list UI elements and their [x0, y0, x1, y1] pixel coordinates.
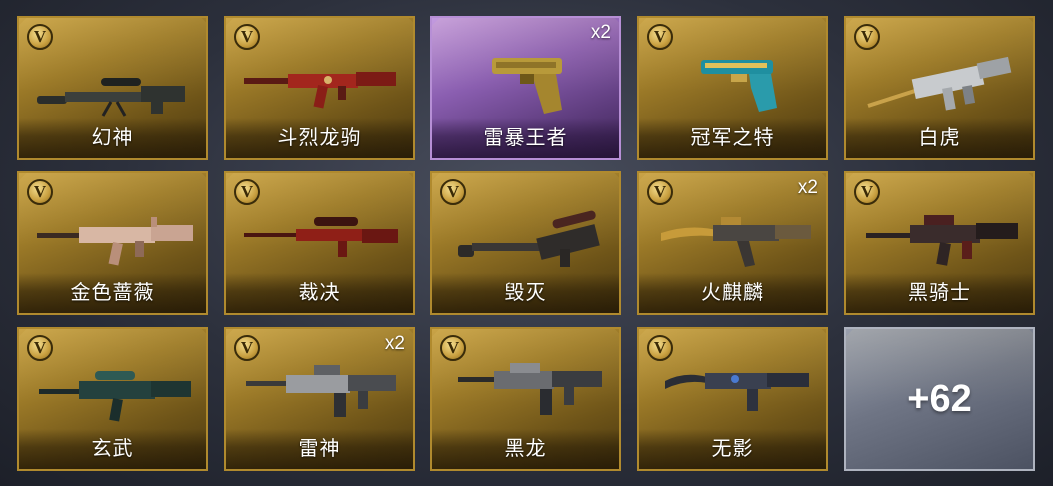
smg-icon: [867, 56, 1012, 111]
weapon-name: 雷神: [298, 438, 341, 460]
weapon-card-14[interactable]: V 无影: [637, 327, 828, 471]
assault-rifle-icon: [39, 371, 191, 422]
weapon-name: 斗烈龙驹: [277, 127, 362, 149]
weapon-name: 无影: [711, 438, 754, 460]
pistol-icon: [701, 60, 777, 112]
weapon-name: 裁决: [298, 282, 341, 304]
weapon-card-7[interactable]: V 裁决: [224, 171, 415, 315]
sniper-rifle-icon: [458, 210, 600, 267]
assault-rifle-icon: [246, 365, 396, 417]
assault-rifle-icon: [244, 72, 396, 109]
assault-rifle-icon: [458, 363, 602, 415]
v-badge-icon: V: [234, 24, 260, 50]
weapon-card-1[interactable]: V 幻神: [17, 16, 208, 160]
v-badge-icon: V: [440, 335, 466, 361]
sniper-rifle-icon: [244, 217, 398, 257]
v-badge-icon: V: [27, 179, 53, 205]
more-items-card[interactable]: +62: [844, 327, 1035, 471]
weapon-card-10[interactable]: V 黑骑士: [844, 171, 1035, 315]
v-badge-icon: V: [27, 24, 53, 50]
v-badge-icon: V: [647, 335, 673, 361]
quantity-label: x2: [590, 22, 611, 43]
weapon-card-11[interactable]: V 玄武: [17, 327, 208, 471]
v-badge-icon: V: [234, 179, 260, 205]
more-count-label: +62: [907, 377, 972, 420]
weapon-name: 白虎: [918, 127, 961, 149]
weapon-name: 雷暴王者: [483, 127, 568, 149]
v-badge-icon: V: [854, 179, 880, 205]
weapon-card-3[interactable]: x2 雷暴王者: [430, 16, 621, 160]
weapon-card-13[interactable]: V 黑龙: [430, 327, 621, 471]
weapon-grid: V 幻神 V 斗烈龙驹 x2 雷暴王者 V 冠军之特 V 白虎 V 金色蔷薇 V…: [0, 0, 1053, 486]
v-badge-icon: V: [854, 24, 880, 50]
weapon-card-8[interactable]: V 毁灭: [430, 171, 621, 315]
assault-rifle-icon: [661, 217, 811, 267]
pistol-icon: [492, 58, 562, 114]
weapon-card-12[interactable]: V x2 雷神: [224, 327, 415, 471]
v-badge-icon: V: [234, 335, 260, 361]
sniper-rifle-icon: [37, 78, 185, 117]
weapon-name: 幻神: [91, 127, 134, 149]
weapon-card-6[interactable]: V 金色蔷薇: [17, 171, 208, 315]
weapon-name: 毁灭: [504, 282, 547, 304]
quantity-label: x2: [797, 177, 818, 198]
weapon-name: 黑骑士: [908, 282, 971, 304]
v-badge-icon: V: [27, 335, 53, 361]
weapon-name: 火麒麟: [701, 282, 764, 304]
weapon-card-5[interactable]: V 白虎: [844, 16, 1035, 160]
weapon-name: 金色蔷薇: [70, 282, 155, 304]
assault-rifle-icon: [665, 373, 809, 411]
weapon-name: 冠军之特: [690, 127, 775, 149]
assault-rifle-icon: [866, 215, 1018, 266]
assault-rifle-icon: [37, 217, 193, 266]
v-badge-icon: V: [647, 179, 673, 205]
weapon-name: 黑龙: [504, 438, 547, 460]
weapon-card-4[interactable]: V 冠军之特: [637, 16, 828, 160]
weapon-card-2[interactable]: V 斗烈龙驹: [224, 16, 415, 160]
v-badge-icon: V: [647, 24, 673, 50]
weapon-name: 玄武: [91, 438, 134, 460]
quantity-label: x2: [384, 333, 405, 354]
v-badge-icon: V: [440, 179, 466, 205]
weapon-card-9[interactable]: V x2 火麒麟: [637, 171, 828, 315]
